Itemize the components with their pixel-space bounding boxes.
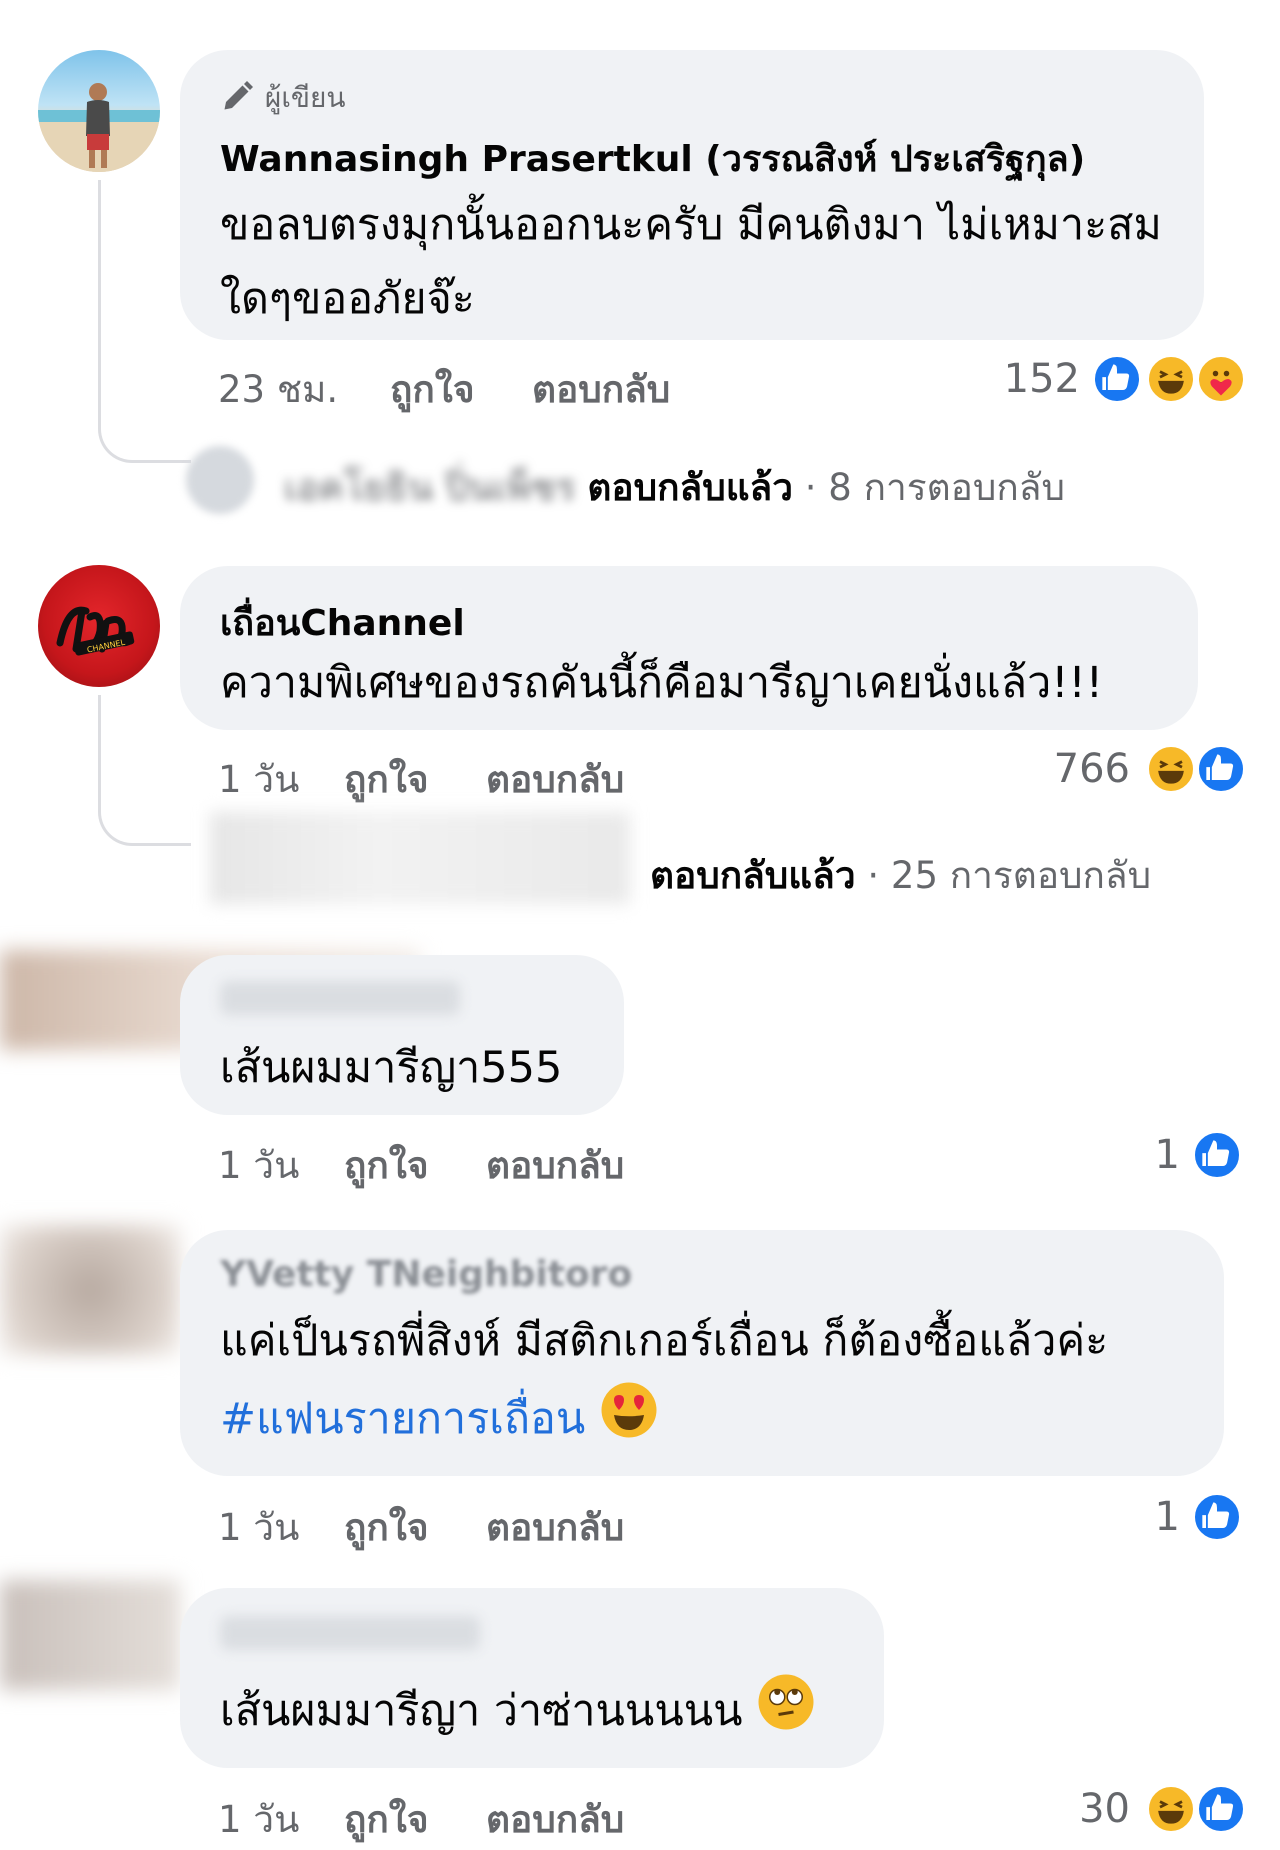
comment-text: ขอลบตรงมุกนั้นออกนะครับ มีคนติงมา ไม่เหม…: [220, 200, 1162, 324]
comment-bubble: ผู้เขียน Wannasingh Prasertkul (วรรณสิงห…: [180, 50, 1204, 340]
like-button[interactable]: ถูกใจ: [390, 360, 475, 419]
pencil-icon: [220, 78, 256, 121]
reply-button[interactable]: ตอบกลับ: [486, 1790, 624, 1849]
replies-link[interactable]: ตอบกลับแล้ว · 25 การตอบกลับ: [650, 846, 1151, 905]
like-button[interactable]: ถูกใจ: [344, 1498, 429, 1557]
comment-time[interactable]: 1 วัน: [218, 750, 299, 809]
reply-button[interactable]: ตอบกลับ: [486, 1136, 624, 1195]
comment-text: แค่เป็นรถพี่สิงห์ มีสติกเกอร์เถื่อน ก็ต้…: [220, 1316, 1109, 1366]
reply-button[interactable]: ตอบกลับ: [532, 360, 670, 419]
comment-text: เส้นผมมารีญา ว่าซ่านนนนน: [220, 1672, 816, 1755]
avatar-blurred[interactable]: [0, 1225, 180, 1355]
like-icon: [1192, 1130, 1242, 1180]
author-name[interactable]: YVetty TNeighbitoro: [220, 1254, 632, 1295]
comment-time[interactable]: 1 วัน: [218, 1498, 299, 1557]
like-icon: [1192, 1492, 1242, 1542]
hashtag-link[interactable]: #แฟนรายการเถื่อน: [220, 1394, 585, 1444]
author-name[interactable]: Wannasingh Prasertkul (วรรณสิงห์ ประเสริ…: [220, 130, 1085, 187]
eye-roll-emoji-icon: [756, 1672, 816, 1755]
reaction-count[interactable]: 766: [1010, 746, 1130, 792]
reply-button[interactable]: ตอบกลับ: [486, 750, 624, 809]
replied-label: ตอบกลับแล้ว: [650, 854, 856, 897]
comment-bubble: YVetty TNeighbitoro แค่เป็นรถพี่สิงห์ มี…: [180, 1230, 1224, 1476]
like-button[interactable]: ถูกใจ: [344, 750, 429, 809]
comment-text-content: เส้นผมมารีญา ว่าซ่านนนนน: [220, 1686, 743, 1736]
reaction-count[interactable]: 1: [1060, 1494, 1180, 1540]
comment-time[interactable]: 1 วัน: [218, 1136, 299, 1195]
replied-avatar: [186, 446, 254, 514]
thread-line: [98, 695, 191, 846]
author-badge-label: ผู้เขียน: [264, 81, 346, 114]
reaction-count[interactable]: 1: [1060, 1132, 1180, 1178]
comment-bubble: เส้นผมมารีญา555: [180, 955, 624, 1115]
haha-icon: [1146, 1784, 1196, 1834]
haha-icon: [1146, 354, 1196, 404]
replies-link[interactable]: เอคโยธิน ปิ่นเพ็ชร ตอบกลับแล้ว · 8 การตอ…: [284, 458, 1065, 517]
author-badge: ผู้เขียน: [220, 76, 346, 121]
heart-eyes-emoji-icon: [599, 1380, 659, 1463]
replied-label: ตอบกลับแล้ว: [587, 466, 793, 509]
care-icon: [1196, 354, 1246, 404]
thread-line: [98, 180, 191, 463]
avatar-blurred[interactable]: [0, 1580, 180, 1690]
comment-text: เส้นผมมารีญา555: [220, 1043, 563, 1093]
reply-button[interactable]: ตอบกลับ: [486, 1498, 624, 1557]
reaction-count[interactable]: 152: [960, 356, 1080, 402]
hashtag-line: #แฟนรายการเถื่อน: [220, 1380, 659, 1463]
comment-time[interactable]: 23 ชม.: [218, 360, 338, 419]
replied-by-name: เอคโยธิน ปิ่นเพ็ชร: [284, 466, 576, 509]
comment-bubble: เถื่อนChannel ความพิเศษของรถคันนี้ก็คือม…: [180, 566, 1198, 730]
like-button[interactable]: ถูกใจ: [344, 1790, 429, 1849]
like-icon: [1196, 744, 1246, 794]
author-name-blurred[interactable]: [220, 981, 460, 1015]
reaction-count[interactable]: 30: [1010, 1786, 1130, 1832]
author-name-blurred[interactable]: [220, 1616, 480, 1650]
replies-count: · 8 การตอบกลับ: [804, 466, 1065, 509]
haha-icon: [1146, 744, 1196, 794]
avatar[interactable]: CHANNEL: [38, 565, 160, 687]
replies-count: · 25 การตอบกลับ: [867, 854, 1152, 897]
comment-time[interactable]: 1 วัน: [218, 1790, 299, 1849]
author-name[interactable]: เถื่อนChannel: [220, 594, 465, 651]
comment-text: ความพิเศษของรถคันนี้ก็คือมารีญาเคยนั่งแล…: [220, 658, 1103, 708]
replied-avatar-blurred: [210, 812, 630, 904]
like-icon: [1092, 354, 1142, 404]
avatar[interactable]: [38, 50, 160, 172]
like-button[interactable]: ถูกใจ: [344, 1136, 429, 1195]
like-icon: [1196, 1784, 1246, 1834]
comment-bubble: เส้นผมมารีญา ว่าซ่านนนนน: [180, 1588, 884, 1768]
